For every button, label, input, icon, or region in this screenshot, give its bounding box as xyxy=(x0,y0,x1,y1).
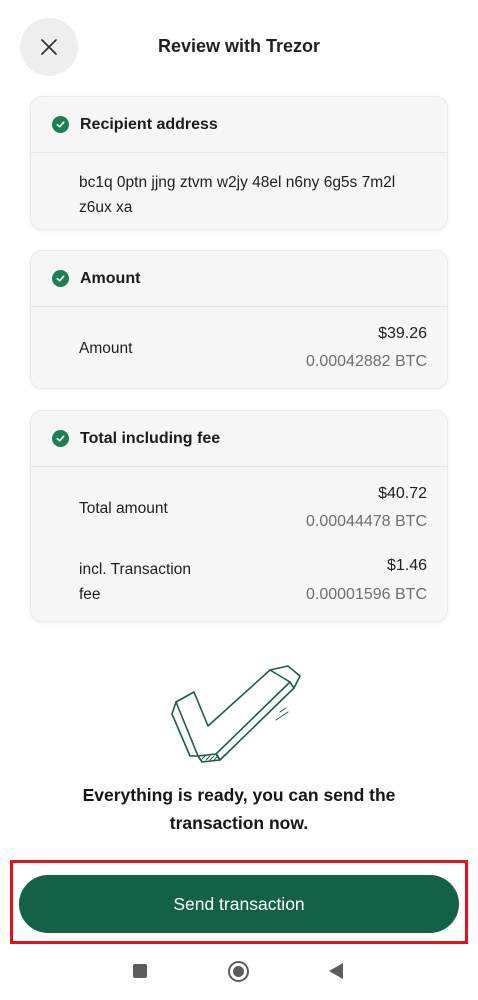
recipient-address: bc1q 0ptn jjng ztvm w2jy 48el n6ny 6g5s … xyxy=(31,153,447,220)
total-card-header: Total including fee xyxy=(31,411,447,467)
square-icon[interactable] xyxy=(133,964,147,978)
ready-line-2: transaction now. xyxy=(169,813,309,833)
total-amount-label: Total amount xyxy=(79,500,168,517)
ready-line-1: Everything is ready, you can send the xyxy=(82,785,396,805)
amount-fiat: $39.26 xyxy=(378,325,427,342)
header: Review with Trezor xyxy=(0,0,478,95)
circle-icon[interactable] xyxy=(228,961,249,982)
fee-label-line-2: fee xyxy=(79,586,101,603)
fee-crypto: 0.00001596 BTC xyxy=(306,586,427,603)
page-title: Review with Trezor xyxy=(157,36,321,56)
total-amount-fiat: $40.72 xyxy=(378,485,427,502)
send-transaction-button[interactable]: Send transaction xyxy=(19,875,459,933)
system-nav-bar xyxy=(0,950,478,1000)
amount-card: Amount Amount $39.26 0.00042882 BTC xyxy=(30,250,448,389)
total-amount-crypto: 0.00044478 BTC xyxy=(306,513,427,530)
fee-label: incl. Transaction fee xyxy=(79,557,191,607)
amount-card-header: Amount xyxy=(31,251,447,307)
check-circle-icon xyxy=(52,116,69,133)
total-card: Total including fee Total amount $40.72 … xyxy=(30,410,448,622)
total-title: Total including fee xyxy=(80,429,221,447)
recipient-title: Recipient address xyxy=(80,115,218,133)
address-line-2: z6ux xa xyxy=(79,199,133,216)
triangle-back-icon[interactable] xyxy=(329,963,343,979)
amount-title: Amount xyxy=(80,269,141,287)
check-circle-icon xyxy=(52,430,69,447)
check-circle-icon xyxy=(52,270,69,287)
recipient-card-header: Recipient address xyxy=(31,97,447,153)
amount-label: Amount xyxy=(79,340,133,357)
address-line-1: bc1q 0ptn jjng ztvm w2jy 48el n6ny 6g5s … xyxy=(79,174,396,191)
fee-label-line-1: incl. Transaction xyxy=(79,561,191,578)
ready-message: Everything is ready, you can send the tr… xyxy=(60,781,418,837)
checkmark-illustration xyxy=(171,665,301,763)
recipient-card: Recipient address bc1q 0ptn jjng ztvm w2… xyxy=(30,96,448,230)
amount-crypto: 0.00042882 BTC xyxy=(306,353,427,370)
fee-fiat: $1.46 xyxy=(386,557,427,574)
